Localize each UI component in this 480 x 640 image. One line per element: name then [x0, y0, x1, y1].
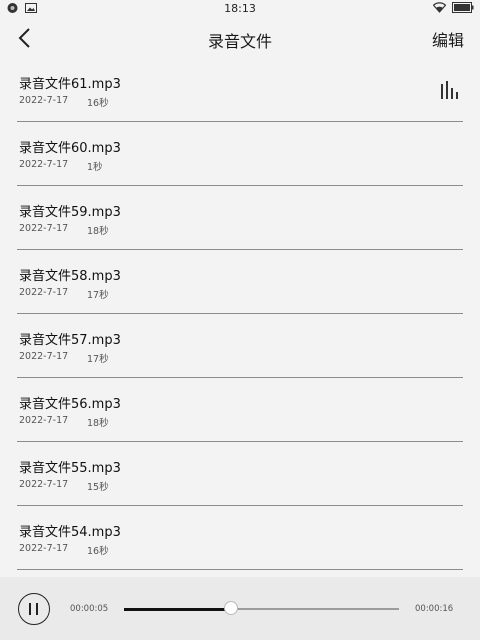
recording-date: 2022-7-17 [19, 223, 69, 234]
list-item[interactable]: 录音文件54.mp3 2022-7-17 16秒 [17, 506, 463, 570]
recording-name: 录音文件60.mp3 [19, 141, 121, 156]
recording-name: 录音文件54.mp3 [19, 525, 121, 540]
pause-icon [36, 603, 38, 615]
recording-date: 2022-7-17 [19, 479, 69, 490]
total-time: 00:00:16 [415, 604, 454, 614]
recording-name: 录音文件55.mp3 [19, 461, 121, 476]
recording-duration: 1秒 [87, 162, 103, 173]
recording-list: 录音文件61.mp3 2022-7-17 16秒 录音文件60.mp3 2022… [0, 58, 480, 570]
recording-duration: 16秒 [87, 98, 109, 109]
pause-button[interactable] [18, 593, 50, 625]
recording-duration: 18秒 [87, 226, 109, 237]
list-item[interactable]: 录音文件56.mp3 2022-7-17 18秒 [17, 378, 463, 442]
recording-duration: 16秒 [87, 546, 109, 557]
edit-button[interactable]: 编辑 [432, 27, 464, 51]
list-item[interactable]: 录音文件55.mp3 2022-7-17 15秒 [17, 442, 463, 506]
status-time: 18:13 [224, 2, 256, 15]
recording-name: 录音文件57.mp3 [19, 333, 121, 348]
recording-name: 录音文件56.mp3 [19, 397, 121, 412]
recording-duration: 15秒 [87, 482, 109, 493]
recording-date: 2022-7-17 [19, 351, 69, 362]
list-item[interactable]: 录音文件59.mp3 2022-7-17 18秒 [17, 186, 463, 250]
recording-date: 2022-7-17 [19, 415, 69, 426]
recording-name: 录音文件61.mp3 [19, 77, 121, 92]
recording-date: 2022-7-17 [19, 287, 69, 298]
recording-duration: 17秒 [87, 290, 109, 301]
recording-date: 2022-7-17 [19, 95, 69, 106]
page-title: 录音文件 [207, 32, 272, 51]
progress-slider[interactable] [124, 601, 399, 615]
recording-name: 录音文件59.mp3 [19, 205, 121, 220]
list-item[interactable]: 录音文件61.mp3 2022-7-17 16秒 [17, 58, 463, 122]
recording-name: 录音文件58.mp3 [19, 269, 121, 284]
current-time: 00:00:05 [70, 604, 109, 614]
equalizer-icon [439, 79, 461, 101]
header: 录音文件 编辑 [0, 18, 480, 58]
recording-date: 2022-7-17 [19, 159, 69, 170]
slider-thumb[interactable] [224, 601, 239, 615]
list-item[interactable]: 录音文件57.mp3 2022-7-17 17秒 [17, 314, 463, 378]
player-bar: 00:00:05 00:00:16 [0, 577, 480, 640]
pause-icon [29, 603, 31, 615]
list-item[interactable]: 录音文件58.mp3 2022-7-17 17秒 [17, 250, 463, 314]
list-item[interactable]: 录音文件60.mp3 2022-7-17 1秒 [17, 122, 463, 186]
recording-date: 2022-7-17 [19, 543, 69, 554]
progress-fill [124, 607, 232, 611]
recording-duration: 17秒 [87, 354, 109, 365]
recording-duration: 18秒 [87, 418, 109, 429]
